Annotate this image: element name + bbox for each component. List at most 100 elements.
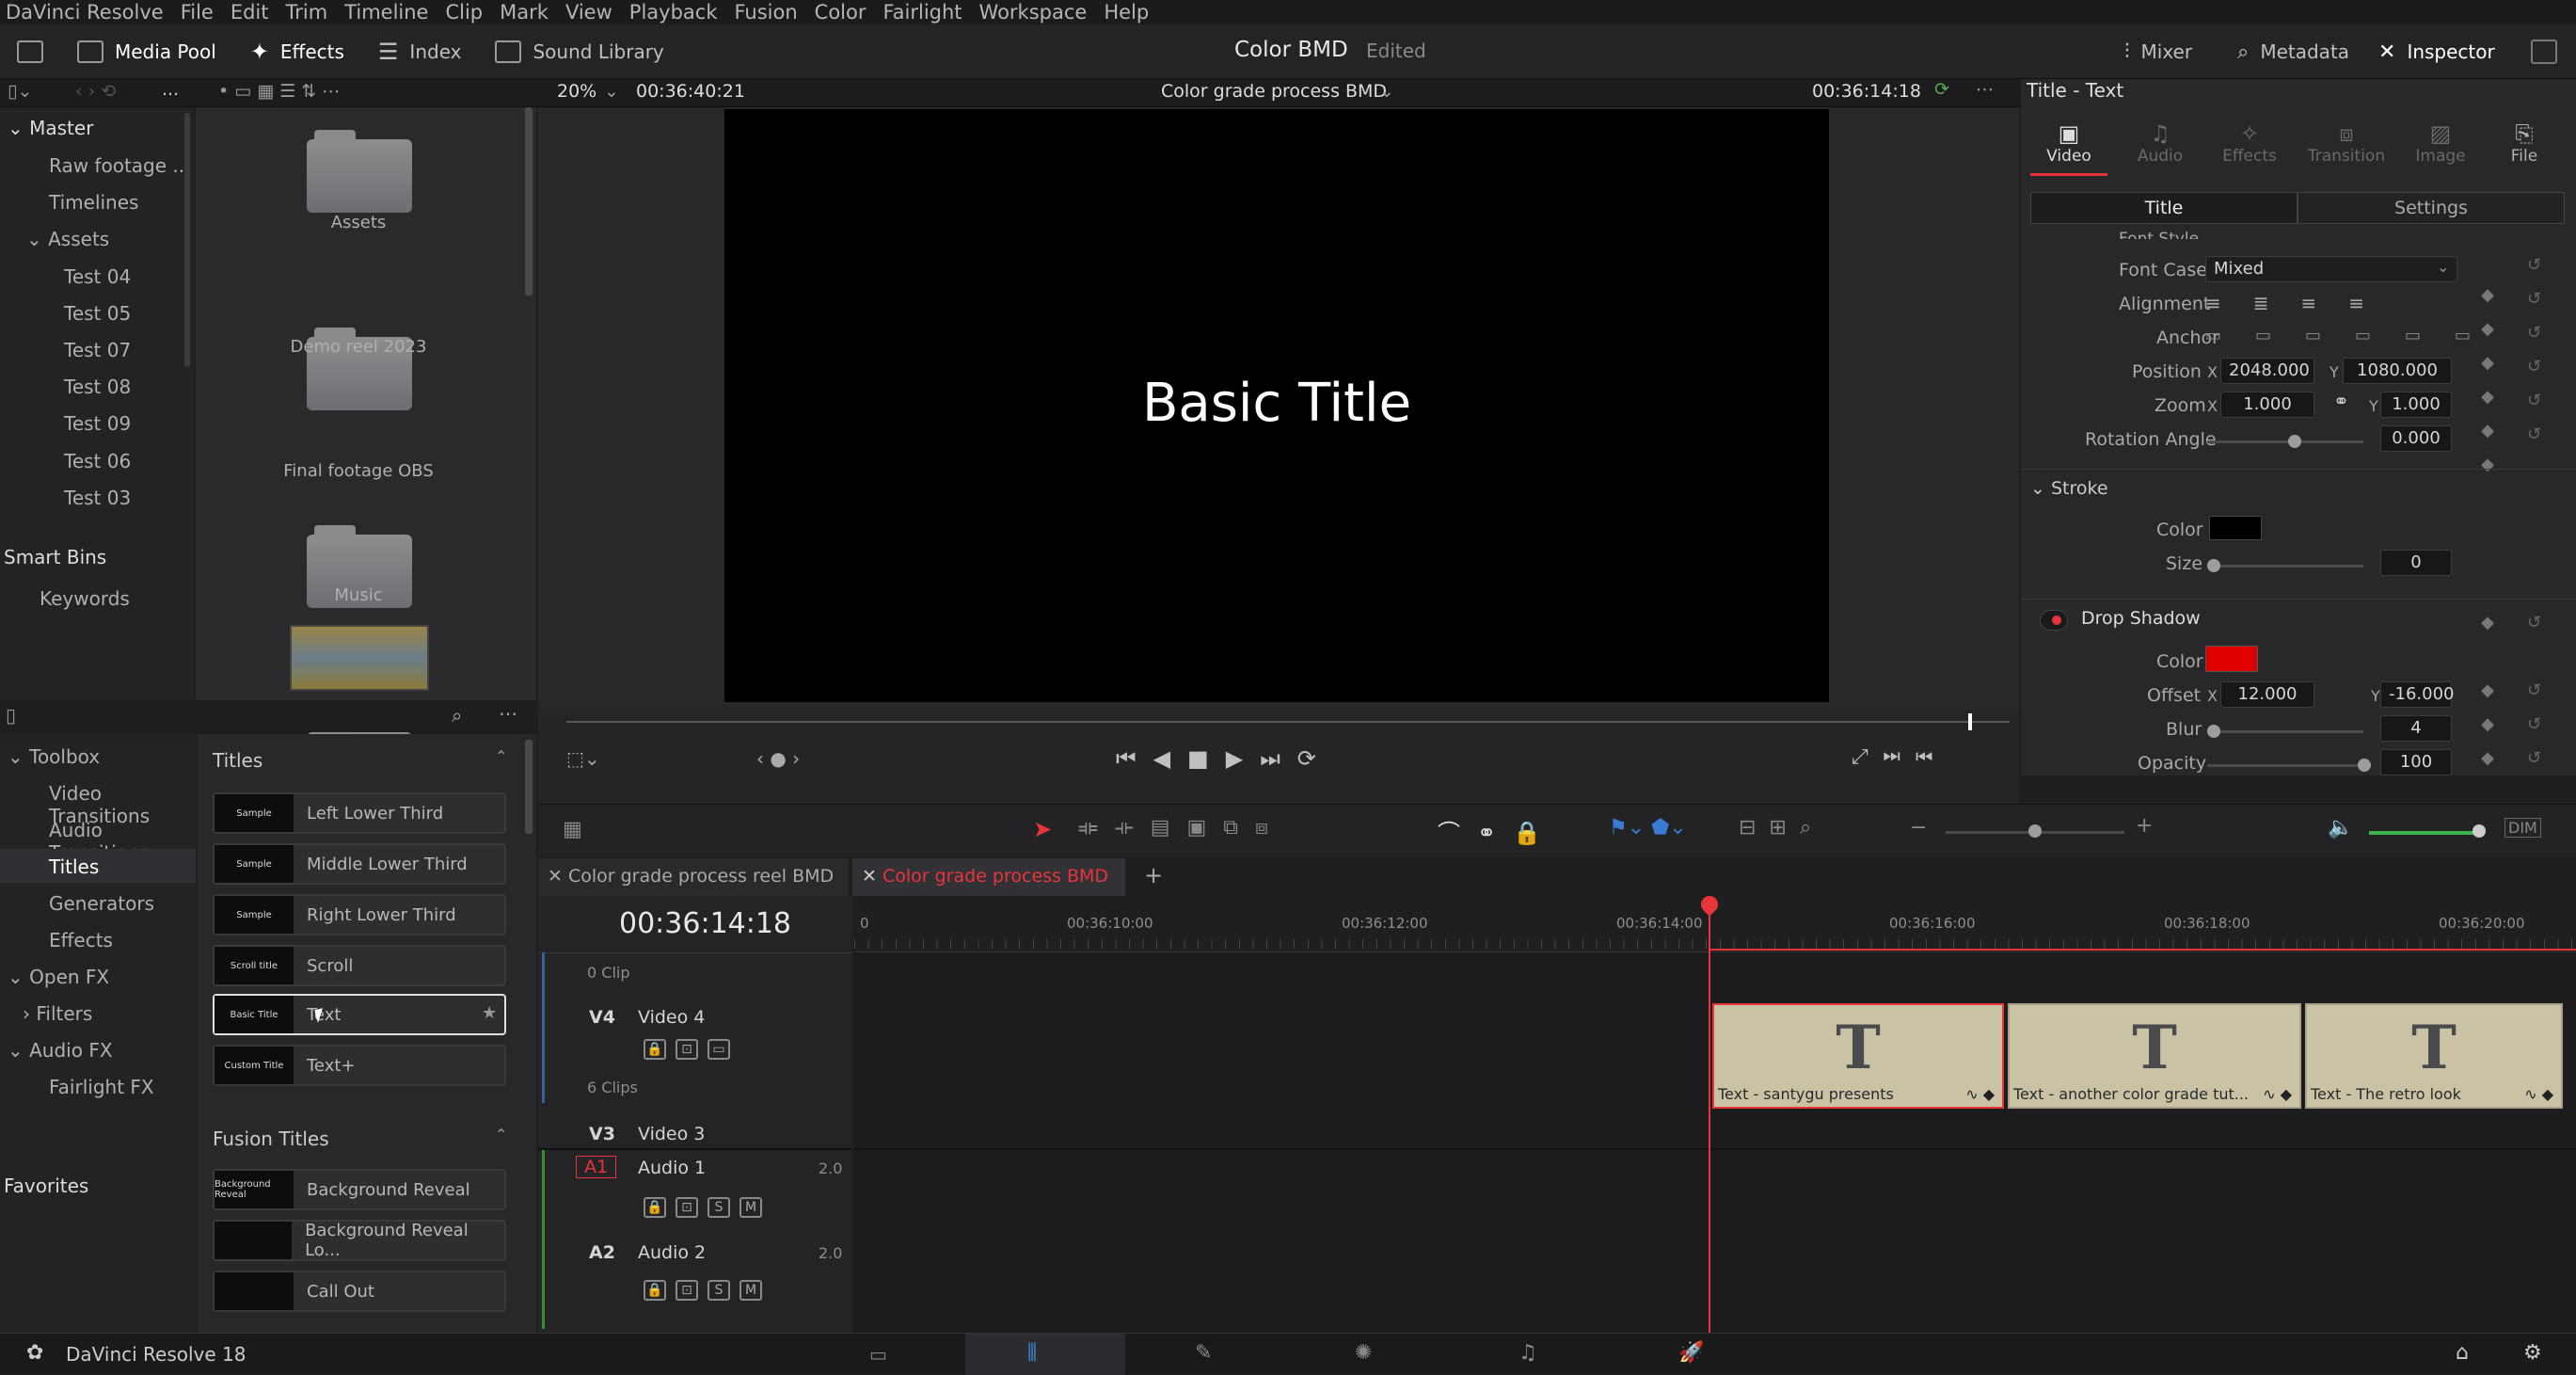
filters-item[interactable]: › Filters <box>23 1002 92 1025</box>
keywords-bin[interactable]: Keywords <box>40 587 130 610</box>
opacity-input[interactable]: 100 <box>2380 749 2452 775</box>
position-x-input[interactable]: 2048.000 <box>2220 358 2314 384</box>
mute-button[interactable]: M <box>739 1197 762 1218</box>
anchor-buttons[interactable]: ▭▭▭▭▭▭ <box>2205 326 2504 345</box>
menu-clip[interactable]: Clip <box>445 1 483 24</box>
flag-icon[interactable]: ⚑⌄ ⬟⌄ <box>1609 816 1687 839</box>
subtab-title[interactable]: Title <box>2030 192 2298 224</box>
auto-select-icon[interactable]: ⊡ <box>676 1039 698 1060</box>
index-button[interactable]: ☰ Index <box>361 24 479 79</box>
toolbox-item[interactable]: ⌄ Toolbox <box>8 745 100 768</box>
timeline-view-icon[interactable]: ▦ <box>563 818 582 841</box>
lock-icon[interactable]: 🔒 <box>644 1197 666 1218</box>
subtab-settings[interactable]: Settings <box>2298 192 2565 224</box>
bin-test-09[interactable]: Test 09 <box>64 412 131 435</box>
viewer-options-icon[interactable]: ⋯ <box>1976 79 1994 100</box>
bin-test-05[interactable]: Test 05 <box>64 302 131 325</box>
titles-scrollbar[interactable] <box>525 740 533 834</box>
tab-image[interactable]: ▨ Image <box>2403 120 2478 166</box>
offset-x-input[interactable]: 12.000 <box>2220 681 2314 708</box>
timeline-clip-another[interactable]: T Text - another color grade tut... ∿ ◆ <box>2008 1003 2301 1109</box>
tab-video[interactable]: ▣ Video <box>2036 120 2102 166</box>
link-icon[interactable]: ⚭ <box>2333 390 2349 412</box>
video-clip-thumbnail[interactable] <box>290 625 429 691</box>
menu-fusion[interactable]: Fusion <box>734 1 797 24</box>
track-name-v3[interactable]: Video 3 <box>638 1124 705 1144</box>
timeline-canvas[interactable]: 0 00:36:10:00 00:36:12:00 00:36:14:00 00… <box>854 896 2576 1333</box>
playback-controls[interactable]: ⏮◀■▶⏭⟳ <box>1116 745 1333 772</box>
add-timeline-icon[interactable]: + <box>1144 862 1163 888</box>
position-y-input[interactable]: 1080.000 <box>2343 358 2452 384</box>
titles-item[interactable]: Titles <box>49 855 99 878</box>
crop-tool-icon[interactable]: ⬚⌄ <box>566 747 600 770</box>
snapping-link-icons[interactable]: ⌒⚭🔒 <box>1438 814 1558 847</box>
zoom-level[interactable]: 20% <box>557 81 596 102</box>
viewer-canvas[interactable]: Basic Title <box>724 109 1829 702</box>
selection-tool-icon[interactable]: ➤ <box>1033 816 1052 842</box>
zoom-out-icon[interactable]: − <box>1910 816 1927 839</box>
collapse-icon[interactable]: ⌃ <box>495 747 507 765</box>
zoom-in-icon[interactable]: + <box>2136 814 2153 838</box>
opacity-slider[interactable] <box>2207 764 2363 767</box>
menu-app[interactable]: DaVinci Resolve <box>6 1 164 24</box>
zoom-y-input[interactable]: 1.000 <box>2380 392 2452 418</box>
color-page-icon[interactable]: ✺ <box>1355 1341 1372 1365</box>
more-icon[interactable]: ⋯ <box>499 702 517 725</box>
solo-button[interactable]: S <box>708 1280 730 1301</box>
tab-transition[interactable]: ⧈ Transition <box>2299 120 2393 166</box>
alignment-buttons[interactable]: ≡≣≡≡ <box>2205 292 2396 314</box>
keyframe-diamond-icon[interactable]: ◆ ◆ ◆ ◆ ◆ ◆ <box>2480 279 2495 482</box>
auto-select-icon[interactable]: ⊡ <box>676 1280 698 1301</box>
bin-scrollbar[interactable] <box>184 113 190 367</box>
title-tile-left-lower-third[interactable]: Sample Left Lower Third <box>213 792 506 834</box>
grid-scrollbar[interactable] <box>525 107 533 296</box>
open-fx-item[interactable]: ⌄ Open FX <box>8 966 109 988</box>
lock-icon[interactable]: 🔒 <box>644 1039 666 1060</box>
bin-test-08[interactable]: Test 08 <box>64 376 131 398</box>
volume-icon[interactable]: 🔈 <box>2328 816 2353 839</box>
track-visibility-icon[interactable]: ▭ <box>708 1039 730 1060</box>
jog-control[interactable]: ‹ ● › <box>756 747 800 770</box>
mixer-button[interactable]: ⫶ Mixer <box>2107 24 2209 79</box>
loop-controls[interactable]: ⤢⏭⏮ <box>1852 745 1948 769</box>
menu-view[interactable]: View <box>565 1 612 24</box>
title-tile-text[interactable]: Basic Title Text ★ <box>213 994 506 1035</box>
title-tile-scroll[interactable]: Scroll title Scroll <box>213 945 506 986</box>
track-name-a1[interactable]: Audio 1 <box>638 1158 706 1178</box>
track-name-a2[interactable]: Audio 2 <box>638 1242 706 1263</box>
timeline-clip-santygu[interactable]: T Text - santygu presents ∿ ◆ <box>1712 1003 2004 1109</box>
volume-knob[interactable] <box>2473 824 2486 838</box>
title-tile-middle-lower-third[interactable]: Sample Middle Lower Third <box>213 843 506 885</box>
collapse-icon[interactable]: ⌃ <box>495 1126 507 1143</box>
view-mode-icons[interactable]: • ▭ ▦ ☰ ⇅ ⋯ <box>218 81 340 102</box>
deliver-page-icon[interactable]: 🚀 <box>1678 1341 1704 1365</box>
panel-toggle-icon[interactable]: ▯⌄ <box>8 81 32 102</box>
track-controls-a2[interactable]: 🔒 ⊡ S M <box>644 1280 771 1301</box>
menu-workspace[interactable]: Workspace <box>979 1 1088 24</box>
tab-file[interactable]: ⎘ File <box>2491 120 2557 166</box>
metadata-button[interactable]: ⌕ Metadata <box>2220 24 2366 79</box>
shadow-color-swatch[interactable] <box>2205 646 2258 672</box>
sound-library-button[interactable]: Sound Library <box>478 24 680 79</box>
stroke-size-knob[interactable] <box>2207 559 2220 572</box>
sidebar-toggle-icon[interactable]: ▯ <box>6 704 16 727</box>
gear-icon[interactable]: ⚙ <box>2523 1341 2542 1365</box>
bin-test-07[interactable]: Test 07 <box>64 339 131 361</box>
zoom-dropdown-icon[interactable]: ⌄ <box>604 81 619 102</box>
fairlight-fx-item[interactable]: Fairlight FX <box>49 1076 154 1098</box>
offset-y-input[interactable]: -16.000 <box>2380 681 2454 708</box>
close-icon[interactable]: ✕ <box>862 866 883 887</box>
back-forward-icon[interactable]: ‹ › ⟲ <box>75 81 116 102</box>
edit-tools[interactable]: ⟚⟛▤▣⧉⧈ <box>1078 816 1285 839</box>
inspector-button[interactable]: ✕ Inspector <box>2361 24 2512 79</box>
timeline-zoom-knob[interactable] <box>2028 824 2042 838</box>
rotation-slider-knob[interactable] <box>2288 435 2301 448</box>
more-options[interactable]: ... <box>162 79 179 100</box>
dim-button[interactable]: DIM <box>2504 818 2541 838</box>
solo-button[interactable]: S <box>708 1197 730 1218</box>
track-id-a1[interactable]: A1 <box>576 1156 617 1178</box>
sync-icon[interactable]: ⟳ <box>1934 79 1949 100</box>
bin-raw-footage[interactable]: Raw footage ... <box>49 154 190 177</box>
reset-icon[interactable]: ↺ ↺ ↺ ↺ ↺ ↺ <box>2527 248 2541 452</box>
audio-fx-item[interactable]: ⌄ Audio FX <box>8 1039 113 1062</box>
